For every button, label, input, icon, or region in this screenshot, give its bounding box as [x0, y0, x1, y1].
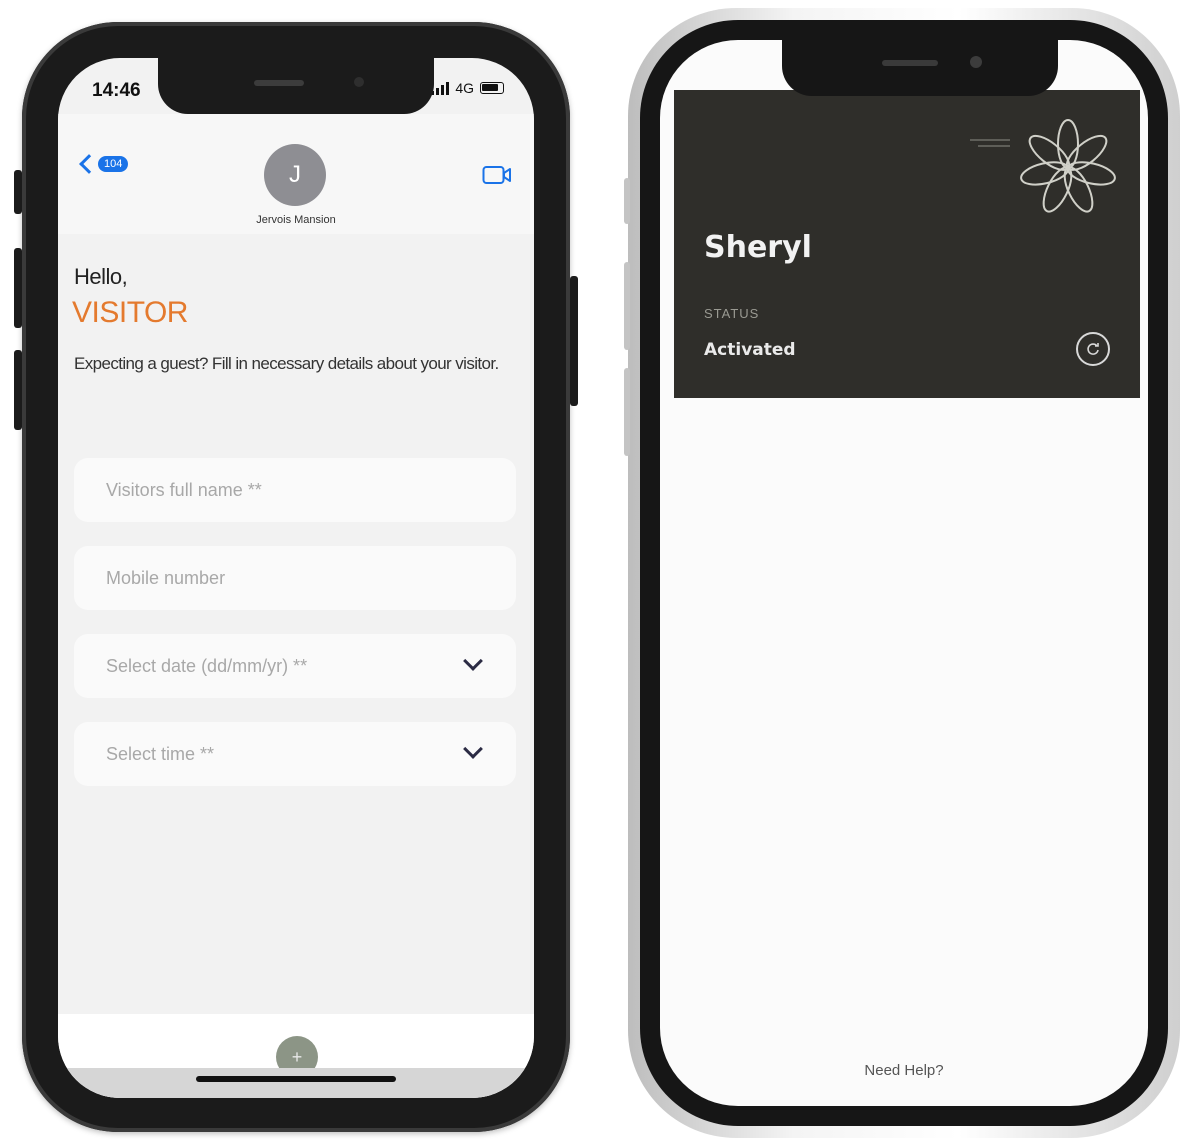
- date-select-placeholder: Select date (dd/mm/yr) **: [106, 655, 308, 676]
- back-button[interactable]: 104: [76, 154, 129, 174]
- network-type: 4G: [455, 80, 474, 96]
- home-indicator[interactable]: [196, 1076, 396, 1082]
- right-phone-frame: Sheryl STATUS Activated Need Help?: [624, 8, 1180, 1138]
- mobile-number-input[interactable]: [106, 567, 426, 589]
- mobile-number-field[interactable]: [74, 546, 516, 610]
- mute-switch: [14, 170, 22, 214]
- speaker-grille: [882, 60, 938, 66]
- speaker-grille: [254, 80, 304, 86]
- chevron-down-icon: [463, 651, 483, 671]
- chevron-left-icon: [79, 154, 99, 174]
- contact-name[interactable]: Jervois Mansion: [58, 214, 534, 226]
- access-card[interactable]: Sheryl STATUS Activated: [674, 90, 1140, 398]
- chevron-down-icon: [463, 739, 483, 759]
- front-camera: [970, 56, 982, 68]
- status-value: Activated: [704, 340, 796, 360]
- card-holder-name: Sheryl: [704, 230, 812, 265]
- volume-up-button: [14, 248, 22, 328]
- status-time: 14:46: [92, 80, 141, 101]
- left-phone-screen: 104 J Jervois Mansion 14:46 4G Hello, VI…: [58, 58, 534, 1098]
- battery-icon: [480, 82, 504, 94]
- time-select-placeholder: Select time **: [106, 743, 215, 764]
- visitor-name-field[interactable]: [74, 458, 516, 522]
- plus-icon: +: [291, 1046, 303, 1067]
- status-indicators: 4G: [431, 80, 504, 96]
- signal-icon: [431, 81, 450, 95]
- right-phone-screen: Sheryl STATUS Activated Need Help?: [660, 40, 1148, 1106]
- mute-switch: [624, 178, 630, 224]
- contact-avatar[interactable]: J: [264, 144, 326, 206]
- greeting-text: Hello,: [74, 264, 128, 289]
- power-button: [570, 276, 578, 406]
- form-description: Expecting a guest? Fill in necessary det…: [74, 354, 499, 373]
- unread-count-badge: 104: [98, 156, 129, 172]
- visitor-form-panel: Hello, VISITOR Expecting a guest? Fill i…: [58, 234, 534, 1014]
- need-help-link[interactable]: Need Help?: [660, 1062, 1148, 1079]
- front-camera: [354, 77, 364, 87]
- volume-down-button: [14, 350, 22, 430]
- home-indicator-area: [58, 1068, 534, 1098]
- left-phone-frame: 104 J Jervois Mansion 14:46 4G Hello, VI…: [14, 22, 578, 1132]
- time-select[interactable]: Select time **: [74, 722, 516, 786]
- date-select[interactable]: Select date (dd/mm/yr) **: [74, 634, 516, 698]
- info-icon[interactable]: [1076, 332, 1110, 366]
- refresh-icon: [1087, 343, 1099, 355]
- volume-down-button: [624, 368, 630, 456]
- flower-logo-icon: [970, 119, 1116, 213]
- video-call-icon[interactable]: [482, 164, 512, 186]
- right-phone-bezel: Sheryl STATUS Activated Need Help?: [640, 20, 1168, 1126]
- volume-up-button: [624, 262, 630, 350]
- visitor-name-input[interactable]: [106, 479, 426, 501]
- status-label: STATUS: [704, 306, 760, 321]
- page-title: VISITOR: [72, 296, 188, 329]
- notch: [782, 40, 1058, 96]
- notch: [158, 58, 434, 114]
- message-header: 104 J Jervois Mansion: [58, 114, 534, 234]
